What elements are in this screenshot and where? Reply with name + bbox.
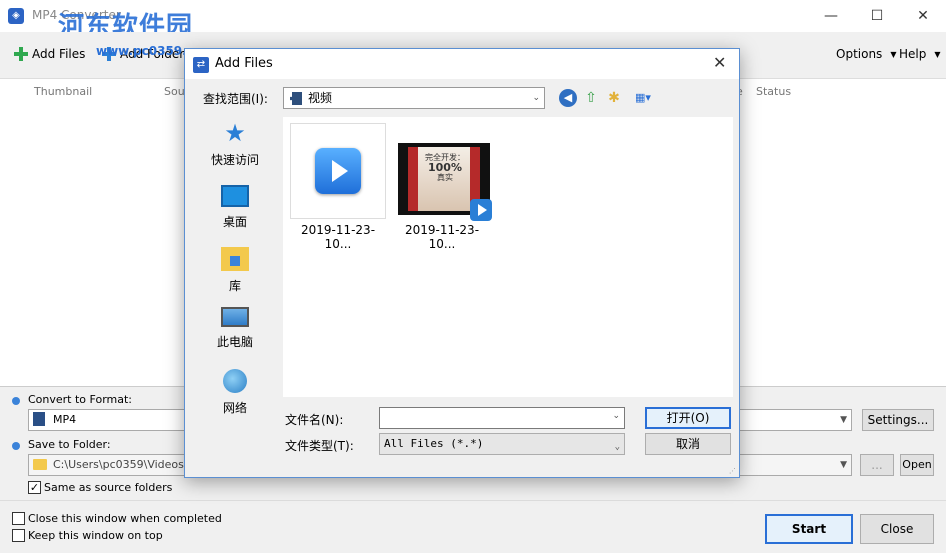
minimize-button[interactable]: —: [808, 0, 854, 32]
frame-caption-line: 100%: [428, 161, 462, 174]
view-menu-icon[interactable]: ▦▾: [629, 89, 657, 107]
caret-down-icon: ▼: [890, 49, 897, 59]
place-label: 此电脑: [216, 335, 253, 349]
curtain-left: [408, 147, 418, 211]
place-network[interactable]: 网络: [189, 369, 281, 416]
dialog-open-button[interactable]: 打开(O): [645, 407, 731, 429]
file-item[interactable]: 2019-11-23-10...: [289, 123, 387, 251]
look-in-value: 视频: [308, 91, 333, 105]
resize-grip-icon[interactable]: ⋰: [729, 467, 737, 475]
column-status[interactable]: Status: [756, 85, 791, 98]
column-source[interactable]: Sou: [164, 85, 185, 98]
main-titlebar: ◈ MP4 Converter 河东软件园 — ☐ ✕: [0, 0, 946, 42]
places-bar: ★ 快速访问 桌面 库 此电脑 网络: [189, 117, 281, 469]
place-label: 库: [228, 279, 241, 293]
add-icon: [14, 47, 28, 61]
place-quick-access[interactable]: ★ 快速访问: [189, 121, 281, 168]
dialog-titlebar: ⇄ Add Files ✕: [185, 49, 739, 79]
bullet-icon: [12, 442, 20, 450]
keep-on-top-label: Keep this window on top: [28, 529, 163, 542]
look-in-select[interactable]: 视频 ⌄: [283, 87, 545, 109]
place-this-pc[interactable]: 此电脑: [189, 307, 281, 350]
add-files-label: Add Files: [32, 47, 86, 61]
chevron-down-icon: ▼: [840, 415, 847, 425]
chevron-down-icon: ⌄: [614, 442, 620, 452]
add-files-button[interactable]: Add Files: [14, 47, 85, 61]
close-window-button[interactable]: ✕: [900, 0, 946, 32]
app-icon: ◈: [8, 8, 24, 24]
convert-format-label: Convert to Format:: [28, 393, 133, 406]
library-icon: [221, 247, 249, 271]
file-item[interactable]: 完全开发： 100% 真实 2019-11-23-10...: [393, 123, 492, 251]
dialog-title: Add Files: [215, 56, 273, 71]
chevron-down-icon: ⌄: [612, 411, 620, 421]
desktop-icon: [221, 185, 249, 207]
help-menu[interactable]: Help ▼: [899, 47, 941, 61]
chevron-down-icon: ⌄: [532, 93, 540, 103]
place-library[interactable]: 库: [189, 247, 281, 294]
start-button[interactable]: Start: [765, 514, 853, 544]
browse-button[interactable]: ...: [860, 454, 894, 476]
bullet-icon: [12, 397, 20, 405]
open-folder-button[interactable]: Open: [900, 454, 934, 476]
close-when-done-label: Close this window when completed: [28, 512, 222, 525]
folder-path-value: C:\Users\pc0359\Videos: [53, 458, 184, 471]
video-folder-icon: [290, 92, 302, 105]
place-label: 网络: [222, 401, 247, 415]
up-folder-icon[interactable]: ⇧: [582, 89, 600, 107]
dialog-cancel-button[interactable]: 取消: [645, 433, 731, 455]
options-label: Options: [836, 47, 883, 61]
close-when-done-checkbox[interactable]: [12, 512, 25, 525]
same-as-source-label: Same as source folders: [44, 481, 173, 494]
star-icon: ★: [224, 119, 246, 147]
computer-icon: [221, 307, 249, 327]
mp4-format-icon: [33, 412, 45, 426]
caret-down-icon: ▼: [934, 49, 941, 59]
play-icon: [315, 148, 361, 194]
format-value: MP4: [53, 413, 77, 426]
place-label: 快速访问: [210, 153, 259, 167]
file-browser-pane[interactable]: 2019-11-23-10... 完全开发： 100% 真实 2019-11-2…: [283, 117, 733, 397]
place-desktop[interactable]: 桌面: [189, 185, 281, 230]
video-file-thumbnail: 完全开发： 100% 真实: [394, 123, 492, 221]
add-files-dialog: ⇄ Add Files ✕ 查找范围(I): 视频 ⌄ ◀ ⇧ ✱ ▦▾ ★ 快…: [184, 48, 740, 478]
dialog-app-icon: ⇄: [193, 57, 209, 73]
column-thumbnail[interactable]: Thumbnail: [34, 85, 92, 98]
divider: [0, 500, 946, 501]
file-type-select[interactable]: All Files (*.*) ⌄: [379, 433, 625, 455]
frame-caption-line: 真实: [437, 173, 453, 182]
file-name-input[interactable]: ⌄: [379, 407, 625, 429]
file-type-label: 文件类型(T):: [285, 439, 354, 453]
folder-icon: [33, 459, 47, 470]
keep-on-top-checkbox[interactable]: [12, 529, 25, 542]
dialog-close-button[interactable]: ✕: [713, 53, 726, 72]
help-label: Help: [899, 47, 927, 61]
look-in-label: 查找范围(I):: [203, 92, 268, 106]
options-menu[interactable]: Options ▼: [836, 47, 896, 61]
new-folder-icon[interactable]: ✱: [605, 89, 623, 107]
file-type-value: All Files (*.*): [384, 437, 484, 450]
video-file-thumbnail: [290, 123, 386, 219]
settings-button[interactable]: Settings...: [862, 409, 934, 431]
place-label: 桌面: [222, 215, 247, 229]
same-as-source-checkbox[interactable]: ✓: [28, 481, 41, 494]
file-name: 2019-11-23-10...: [300, 223, 376, 251]
file-name-label: 文件名(N):: [285, 413, 344, 427]
chevron-down-icon: ▼: [840, 460, 847, 470]
play-badge-icon: [470, 199, 492, 221]
close-button[interactable]: Close: [860, 514, 934, 544]
maximize-button[interactable]: ☐: [854, 0, 900, 32]
back-icon[interactable]: ◀: [559, 89, 577, 107]
network-icon: [223, 369, 247, 393]
file-name: 2019-11-23-10...: [404, 223, 480, 251]
save-folder-label: Save to Folder:: [28, 438, 111, 451]
frame-caption: 完全开发： 100% 真实: [422, 153, 468, 183]
